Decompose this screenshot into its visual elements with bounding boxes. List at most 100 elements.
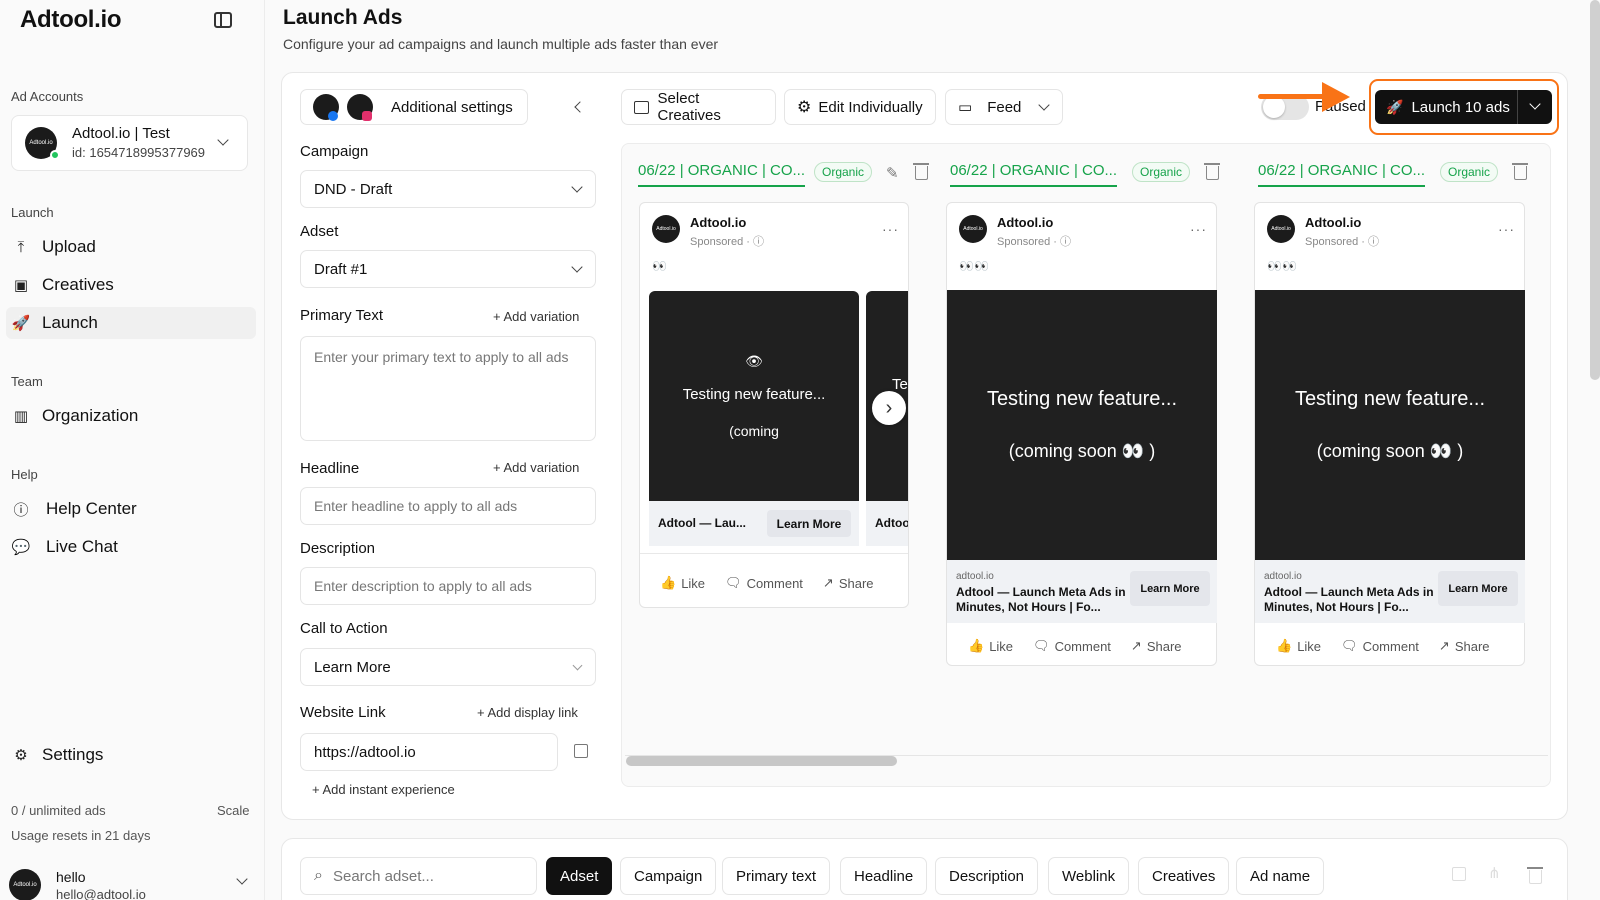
campaign-select[interactable]: DND - Draft — [300, 170, 596, 208]
chevron-down-icon — [236, 873, 248, 885]
like-button[interactable]: 👍 Like — [968, 638, 1013, 654]
comment-button[interactable]: 🗨 Comment — [1341, 638, 1419, 654]
like-label: Like — [989, 638, 1014, 654]
facebook-icon — [328, 111, 338, 121]
search-adset-input[interactable]: ⌕ Search adset... — [300, 857, 537, 895]
sidebar-toggle-icon[interactable] — [214, 12, 232, 28]
filter-chip-primary-text[interactable]: Primary text — [722, 857, 831, 895]
sidebar-item-live-chat[interactable]: 💬 Live Chat — [6, 531, 256, 563]
toggle-knob — [1263, 96, 1285, 118]
feed-select[interactable]: ▭ Feed — [945, 89, 1063, 125]
ad-media-text: Testing new feature... — [986, 388, 1178, 410]
learn-more-button[interactable]: Learn More — [1438, 571, 1518, 606]
add-display-link-button[interactable]: + Add display link — [477, 705, 578, 720]
description-input[interactable]: Enter description to apply to all ads — [300, 567, 596, 605]
add-instant-experience-button[interactable]: + Add instant experience — [312, 782, 455, 797]
edit-icon[interactable]: ✎ — [886, 164, 899, 182]
search-placeholder: Search adset... — [332, 867, 434, 885]
ad-footer: adtool.io Adtool — Launch Meta Ads in Mi… — [1255, 560, 1525, 623]
organic-badge: Organic — [1132, 162, 1191, 182]
sidebar-item-launch[interactable]: 🚀 Launch — [6, 307, 256, 339]
additional-settings-button[interactable]: Additional settings — [300, 89, 528, 125]
share-label: Share — [1454, 638, 1490, 654]
usage-count: 0 / unlimited ads — [11, 803, 106, 818]
image-icon — [634, 100, 649, 114]
export-icon[interactable] — [1452, 867, 1466, 881]
sidebar-item-creatives[interactable]: ▣ Creatives — [6, 269, 256, 301]
horizontal-scrollbar[interactable] — [626, 756, 897, 766]
filter-chip-headline[interactable]: Headline — [840, 857, 928, 895]
comment-button[interactable]: 🗨 Comment — [1033, 638, 1111, 654]
filter-chip-ad-name[interactable]: Ad name — [1236, 857, 1325, 895]
ad-footer: adtool.io Adtool — Launch Meta Ads in Mi… — [947, 560, 1217, 623]
like-button[interactable]: 👍 Like — [1276, 638, 1321, 654]
chevron-down-icon — [1038, 99, 1050, 111]
adset-value: Draft #1 — [314, 260, 368, 278]
ad-tab-3[interactable]: 06/22 | ORGANIC | CO... — [1258, 162, 1426, 187]
trash-icon[interactable] — [913, 163, 929, 180]
ad-headline: Adtool — Launch Meta Ads in Minutes, Not… — [1264, 585, 1434, 614]
scale-link[interactable]: Scale — [217, 803, 250, 818]
ad-media-text: Testing new feature... — [1294, 388, 1486, 410]
ad-media: 👁 Testing new feature... (coming — [649, 291, 859, 501]
share-button[interactable]: ↗ Share — [823, 575, 874, 591]
sidebar-item-organization[interactable]: ▥ Organization — [6, 400, 256, 432]
ad-brand-avatar: Adtool.io — [959, 215, 987, 243]
ad-sponsored-label: Sponsored · ⓘ — [997, 236, 1071, 248]
user-name: hello — [56, 869, 86, 885]
carousel-next-icon[interactable]: › — [872, 391, 906, 425]
filter-chip-campaign[interactable]: Campaign — [620, 857, 717, 895]
add-primary-variation-button[interactable]: + Add variation — [493, 309, 579, 324]
building-icon: ▥ — [13, 408, 29, 425]
sidebar-item-help-center[interactable]: ⓘ Help Center — [6, 493, 256, 525]
ad-account-selector[interactable]: Adtool.io Adtool.io | Test id: 165471899… — [11, 115, 248, 171]
sidebar-item-upload[interactable]: ⤒ Upload — [6, 231, 256, 263]
user-menu[interactable]: Adtool.io hello hello@adtool.io — [9, 861, 254, 900]
website-link-input[interactable]: https://adtool.io — [300, 733, 558, 771]
ad-headline: Adtoo — [875, 516, 909, 530]
usage-reset: Usage resets in 21 days — [11, 828, 151, 843]
more-options-icon[interactable]: ··· — [882, 221, 899, 237]
share-button[interactable]: ↗ Share — [1439, 638, 1490, 654]
headline-input[interactable]: Enter headline to apply to all ads — [300, 487, 596, 525]
like-label: Like — [1297, 638, 1322, 654]
like-label: Like — [681, 575, 706, 591]
share-button[interactable]: ↗ Share — [1131, 638, 1182, 654]
ad-preview-card-2: Adtool.io Adtool.io Sponsored · ⓘ ··· 👀👀… — [946, 202, 1217, 666]
filter-chip-weblink[interactable]: Weblink — [1048, 857, 1130, 895]
select-creatives-button[interactable]: Select Creatives — [621, 89, 776, 125]
trash-icon[interactable] — [1512, 163, 1528, 180]
ad-tab-2[interactable]: 06/22 | ORGANIC | CO... — [950, 162, 1118, 187]
more-options-icon[interactable]: ··· — [1498, 221, 1515, 237]
sidebar-item-label: Live Chat — [46, 537, 118, 556]
primary-text-input[interactable]: Enter your primary text to apply to all … — [300, 336, 596, 441]
edit-individually-button[interactable]: ⚙ Edit Individually — [784, 89, 936, 125]
comment-button[interactable]: 🗨 Comment — [725, 575, 803, 591]
like-button[interactable]: 👍 Like — [660, 575, 705, 591]
ad-tab-1[interactable]: 06/22 | ORGANIC | CO... — [638, 162, 806, 187]
share-label: Share — [838, 575, 874, 591]
question-icon: ⓘ — [13, 501, 29, 519]
launch-ads-button[interactable]: 🚀 Launch 10 ads — [1375, 90, 1552, 124]
trash-icon[interactable] — [1204, 163, 1220, 180]
cta-select[interactable]: Learn More — [300, 648, 596, 686]
learn-more-button[interactable]: Learn More — [767, 510, 851, 537]
ad-footer: Adtool — Lau... Learn More — [649, 501, 859, 546]
more-options-icon[interactable]: ··· — [1190, 221, 1207, 237]
filter-chip-description[interactable]: Description — [935, 857, 1039, 895]
page-scrollbar[interactable] — [1590, 0, 1600, 380]
team-section-label: Team — [11, 374, 43, 389]
trash-icon[interactable] — [1527, 867, 1543, 884]
ad-media: Testing new feature... (coming soon 👀 ) — [947, 290, 1217, 560]
add-headline-variation-button[interactable]: + Add variation — [493, 460, 579, 475]
sidebar-item-settings[interactable]: ⚙ Settings — [6, 739, 256, 771]
chevron-down-icon[interactable] — [1529, 98, 1541, 110]
external-link-icon[interactable] — [574, 744, 588, 758]
website-link-label: Website Link — [300, 704, 386, 721]
filter-chip-adset[interactable]: Adset — [546, 857, 613, 895]
filter-chip-creatives[interactable]: Creatives — [1138, 857, 1230, 895]
adset-select[interactable]: Draft #1 — [300, 250, 596, 288]
learn-more-button[interactable]: Learn More — [1130, 571, 1210, 606]
share-icon[interactable]: ⋔ — [1488, 864, 1501, 882]
ad-media-text: Testing new feature... — [682, 386, 826, 403]
